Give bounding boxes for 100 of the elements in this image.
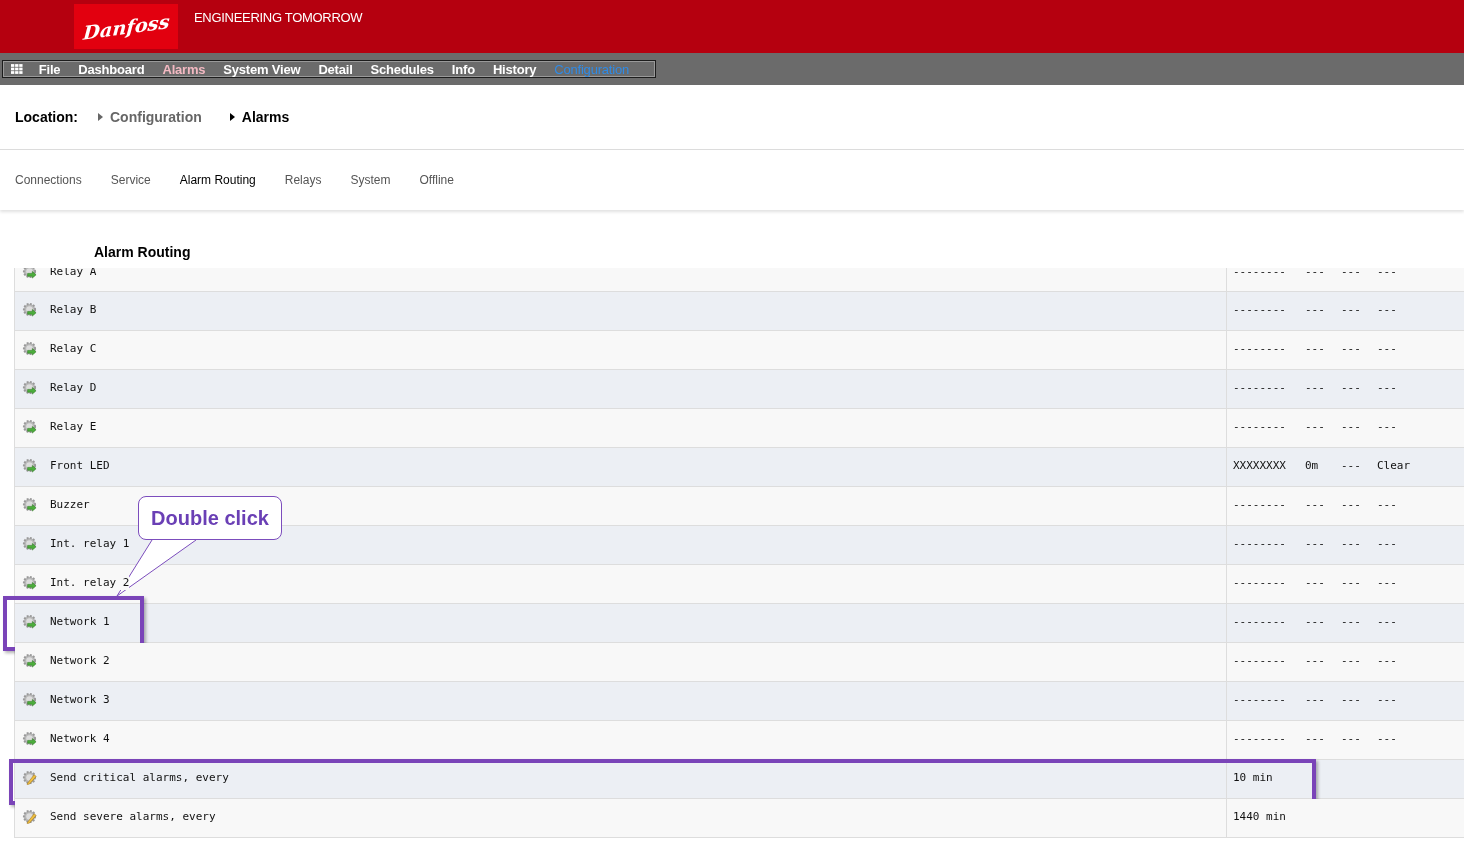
tab[interactable]: Relays xyxy=(284,173,322,187)
table-cell-text: -------- xyxy=(1233,731,1287,747)
gear-arrow-icon xyxy=(22,268,37,279)
table-cell-text: -------- xyxy=(1233,302,1287,318)
grid-menu-icon[interactable] xyxy=(11,64,23,74)
table-cell-text: -------- xyxy=(1233,341,1287,357)
table-cell-text: -------- xyxy=(1233,497,1287,513)
breadcrumb-link[interactable]: Alarms xyxy=(229,109,290,125)
table-row[interactable]: Int. relay 2 -------- --- --- --- xyxy=(15,565,1464,604)
table-cell-text: -------- xyxy=(1233,653,1287,669)
table-cell-text: --- xyxy=(1341,302,1362,318)
table-cell-text: --- xyxy=(1341,497,1362,513)
table-cell-text: -------- xyxy=(1233,380,1287,396)
tagline: ENGINEERING TOMORROW xyxy=(194,10,363,25)
row-label: Relay D xyxy=(50,380,97,395)
table-cell-text: --- xyxy=(1341,731,1362,747)
table-cell-text: --- xyxy=(1341,380,1362,396)
table-row[interactable]: Send critical alarms, every 10 min xyxy=(15,760,1464,799)
table-cell-text: --- xyxy=(1377,731,1398,747)
menu-item[interactable]: File xyxy=(38,61,61,77)
row-label: Send severe alarms, every xyxy=(50,809,216,824)
table-cell-text: --- xyxy=(1377,341,1398,357)
table-cell-text: --- xyxy=(1377,536,1398,552)
table-cell-text: --- xyxy=(1377,268,1398,280)
menu-item[interactable]: Info xyxy=(451,61,475,77)
table-row[interactable]: Network 4 -------- --- --- --- xyxy=(15,721,1464,760)
table-cell-text: --- xyxy=(1305,614,1326,630)
table-cell-text: --- xyxy=(1305,731,1326,747)
table-cell-text: --- xyxy=(1341,575,1362,591)
table-cell-text: Clear xyxy=(1377,458,1412,474)
table-cell-text: --- xyxy=(1305,419,1326,435)
table-row[interactable]: Int. relay 1 -------- --- --- --- xyxy=(15,526,1464,565)
table-cell-text: --- xyxy=(1305,380,1326,396)
table-row[interactable]: Relay C -------- --- --- --- xyxy=(15,331,1464,370)
table-cell-text: 10 min xyxy=(1233,770,1273,786)
menu-item[interactable]: System View xyxy=(223,61,301,77)
section-title: Alarm Routing xyxy=(94,244,192,262)
row-label: Relay B xyxy=(50,302,97,317)
table-cell-text: --- xyxy=(1305,302,1326,318)
logo: Danfoss xyxy=(74,4,178,49)
table-cell-text: --- xyxy=(1305,341,1326,357)
tab[interactable]: Alarm Routing xyxy=(179,173,256,187)
table-cell-text: --- xyxy=(1377,380,1398,396)
row-label: Int. relay 1 xyxy=(50,536,130,551)
breadcrumb-link[interactable]: Configuration xyxy=(98,109,202,125)
menu-item[interactable]: Dashboard xyxy=(78,61,145,77)
tab[interactable]: System xyxy=(350,173,391,187)
table-cell-text: --- xyxy=(1341,653,1362,669)
tab[interactable]: Service xyxy=(110,173,151,187)
table-cell-text: --- xyxy=(1377,614,1398,630)
table-cell-text: 0m xyxy=(1305,458,1320,474)
table-cell-text: XXXXXXXX xyxy=(1233,458,1287,474)
table-cell-text: --- xyxy=(1341,268,1362,280)
table-row[interactable]: Network 1 -------- --- --- --- xyxy=(15,604,1464,643)
tab[interactable]: Offline xyxy=(419,173,454,187)
row-label: Send critical alarms, every xyxy=(50,770,229,785)
row-label: Int. relay 2 xyxy=(50,575,130,590)
table-cell-text: --- xyxy=(1341,692,1362,708)
table-cell-text: -------- xyxy=(1233,614,1287,630)
row-label: Relay C xyxy=(50,341,97,356)
table-row[interactable]: Relay D -------- --- --- --- xyxy=(15,370,1464,409)
tab[interactable]: Connections xyxy=(15,173,82,187)
table-cell-text: -------- xyxy=(1233,536,1287,552)
gear-pencil-icon xyxy=(22,770,37,785)
triangle-icon xyxy=(229,113,235,121)
table-cell-text: --- xyxy=(1341,458,1362,474)
table-cell-text: --- xyxy=(1377,497,1398,513)
table-row[interactable]: Relay B -------- --- --- --- xyxy=(15,292,1464,331)
table-row[interactable]: Relay E -------- --- --- --- xyxy=(15,409,1464,448)
table-cell-text: --- xyxy=(1377,653,1398,669)
location-label: Location: xyxy=(15,109,78,125)
table-cell-text: 1440 min xyxy=(1233,809,1286,825)
table-cell-text: --- xyxy=(1341,536,1362,552)
table-cell-text: --- xyxy=(1305,653,1326,669)
gear-pencil-icon xyxy=(22,809,37,824)
table-cell-text: --- xyxy=(1341,419,1362,435)
triangle-icon xyxy=(98,113,103,121)
table-cell-text: --- xyxy=(1377,692,1398,708)
table-row[interactable]: Network 3 -------- --- --- --- xyxy=(15,682,1464,721)
table-row[interactable]: Front LED XXXXXXXX 0m --- Clear xyxy=(15,448,1464,487)
menu-item[interactable]: Schedules xyxy=(370,61,434,77)
table-cell-text: --- xyxy=(1305,268,1326,280)
table-cell-text: --- xyxy=(1305,692,1326,708)
table-cell-text: --- xyxy=(1377,302,1398,318)
table-cell-text: --- xyxy=(1305,497,1326,513)
table-cell-text: --- xyxy=(1377,419,1398,435)
table-row[interactable]: Send severe alarms, every 1440 min xyxy=(15,799,1464,838)
table-row[interactable]: Network 2 -------- --- --- --- xyxy=(15,643,1464,682)
table-cell-text: --- xyxy=(1341,614,1362,630)
table-cell-text: -------- xyxy=(1233,692,1287,708)
callout-bubble: Double click xyxy=(138,496,282,540)
menu-item[interactable]: Detail xyxy=(318,61,353,77)
table-cell-text: -------- xyxy=(1233,575,1287,591)
row-label: Relay E xyxy=(50,419,97,434)
table-cell-text: --- xyxy=(1305,536,1326,552)
table-cell-text: -------- xyxy=(1233,268,1287,280)
table-cell-text: --- xyxy=(1341,341,1362,357)
table-cell-text: --- xyxy=(1377,575,1398,591)
table-cell-text: --- xyxy=(1305,575,1326,591)
menu-item[interactable]: History xyxy=(492,61,537,77)
